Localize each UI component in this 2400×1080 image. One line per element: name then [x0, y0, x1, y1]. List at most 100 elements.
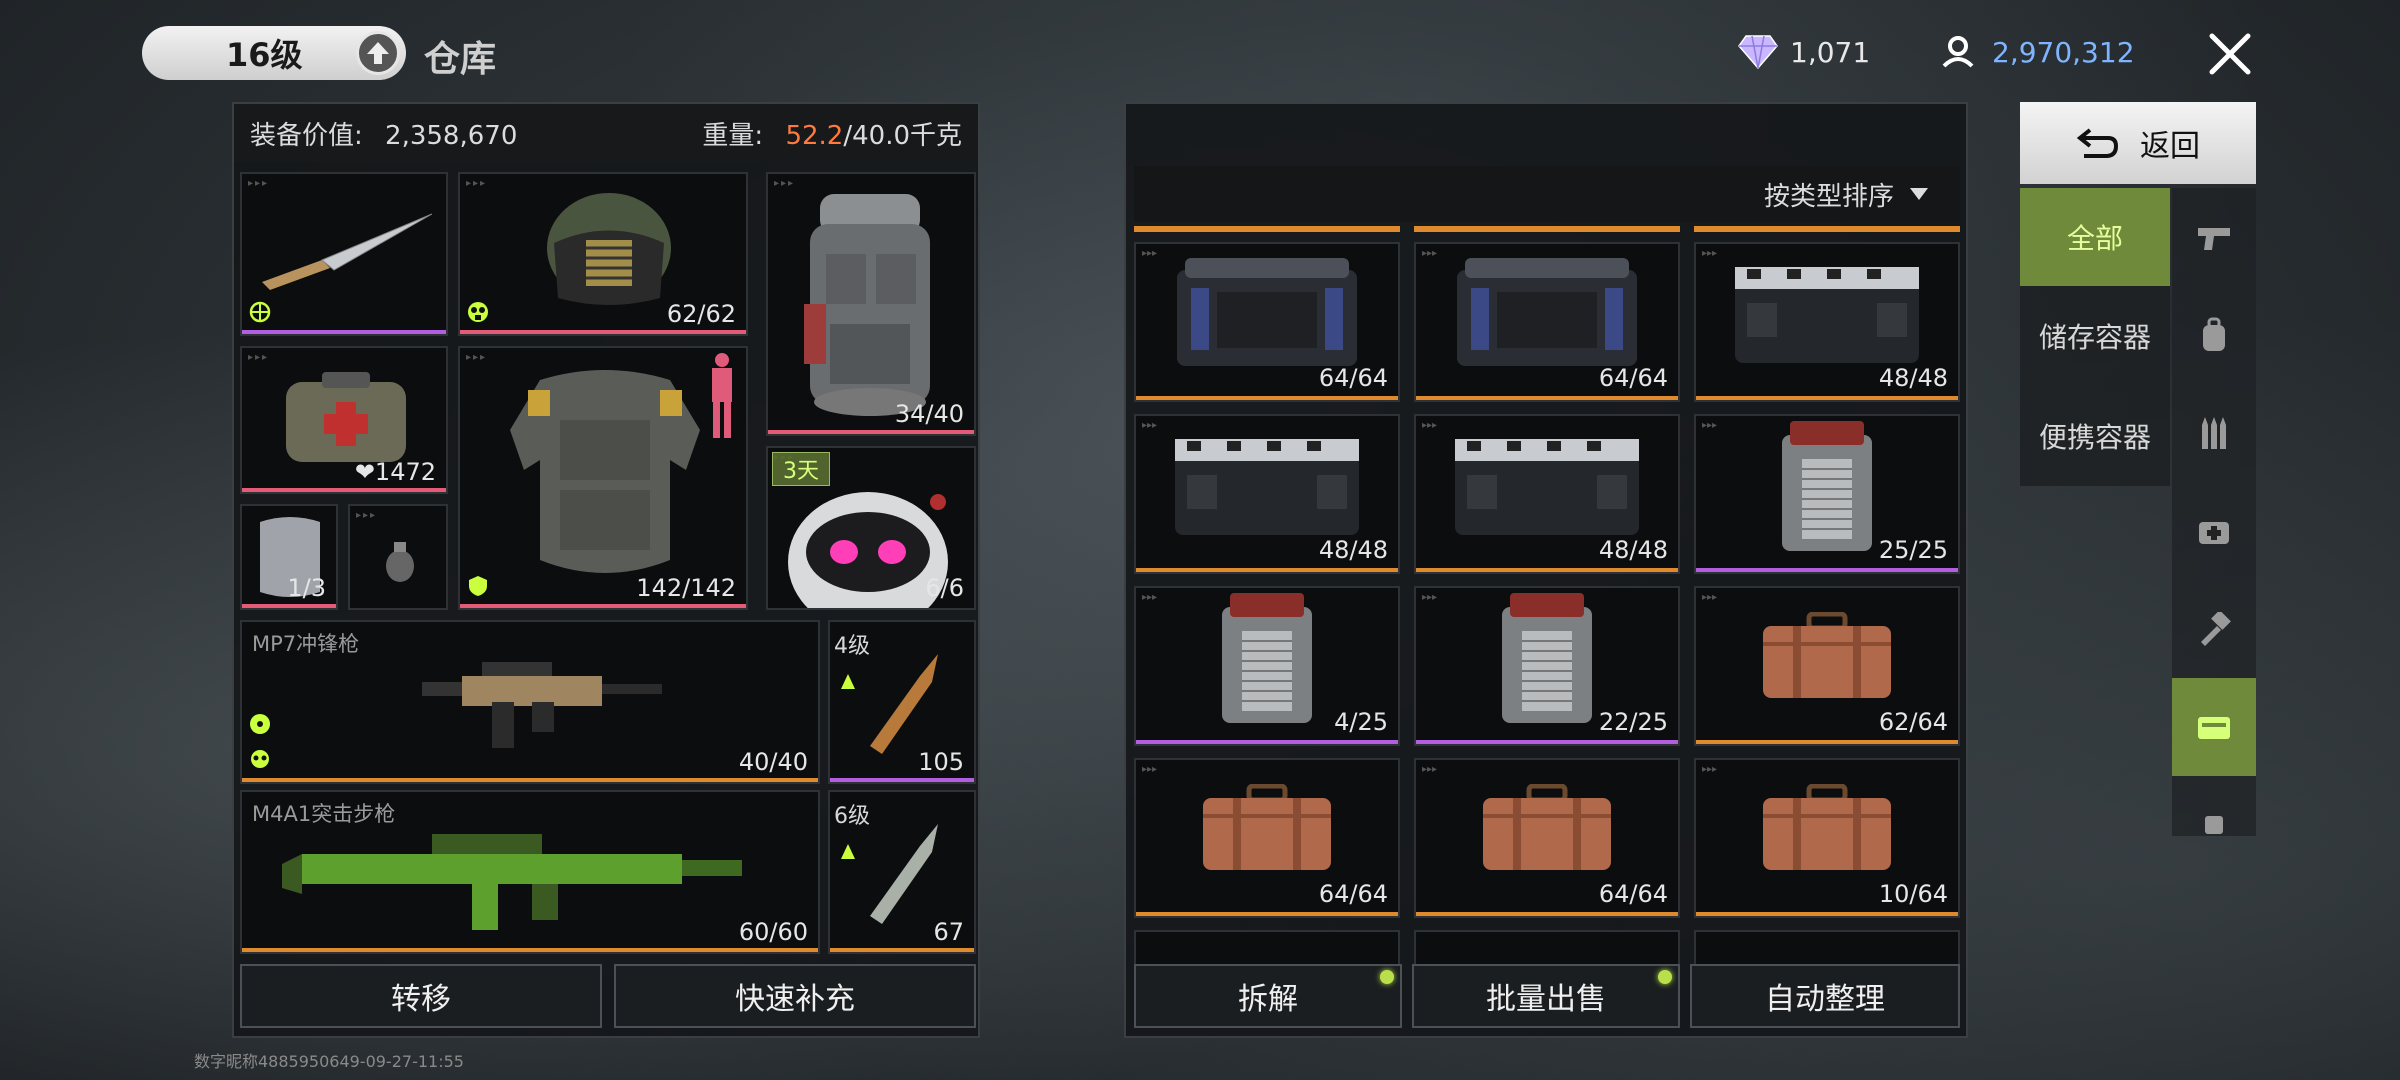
- category-storage-containers[interactable]: 储存容器: [2020, 286, 2170, 386]
- crate-blue-icon: [1416, 250, 1678, 376]
- helmet-slot[interactable]: ▸▸▸ 62/62: [458, 172, 748, 336]
- storage-item[interactable]: ▸▸▸ 4/25: [1134, 586, 1400, 746]
- player-level-pill[interactable]: 16级: [142, 26, 406, 80]
- bulk-sell-label: 批量出售: [1486, 982, 1606, 1017]
- armor-slot[interactable]: ▸▸▸ 142/142: [458, 346, 748, 610]
- sort-dropdown[interactable]: 按类型排序: [1134, 166, 1960, 222]
- backpack-icon: [2203, 317, 2225, 351]
- ammo1-slot[interactable]: 4级 105: [828, 620, 976, 784]
- transfer-button[interactable]: 转移: [240, 964, 602, 1028]
- rarity-bar: [1696, 396, 1958, 400]
- rifle-icon: [282, 834, 742, 930]
- equipment-panel: 装备价值: 2,358,670 重量: 52.2/40.0千克 ▸▸▸ ▸▸▸: [232, 102, 980, 1038]
- close-icon[interactable]: [2200, 24, 2260, 84]
- tab-more[interactable]: [2172, 776, 2256, 836]
- pet-slot[interactable]: ▸▸▸ 3天 6/6: [766, 446, 976, 610]
- storage-item[interactable]: ▸▸▸ 25/25: [1694, 414, 1960, 574]
- storage-item[interactable]: ▸▸▸ 48/48: [1134, 414, 1400, 574]
- bulk-sell-button[interactable]: 批量出售: [1412, 964, 1680, 1028]
- category-portable-containers[interactable]: 便携容器: [2020, 386, 2170, 486]
- weapon1-name: MP7冲锋枪: [252, 632, 360, 656]
- pet-count: 6/6: [925, 574, 964, 602]
- weapon2-ammo: 60/60: [738, 918, 808, 946]
- coin-icon: [1942, 36, 1974, 68]
- storage-item-count: 48/48: [1878, 364, 1948, 392]
- page-title: 仓库: [424, 39, 497, 80]
- heart-icon: ❤: [354, 458, 375, 486]
- smg-icon: [422, 662, 662, 748]
- tab-ammo[interactable]: [2172, 384, 2256, 482]
- medkit-hp: 1472: [374, 458, 436, 486]
- armor-durability: 142/142: [636, 574, 736, 602]
- tab-medical[interactable]: [2172, 482, 2256, 580]
- storage-item[interactable]: ▸▸▸ 62/64: [1694, 586, 1960, 746]
- storage-item-count: 48/48: [1318, 536, 1388, 564]
- hammer-icon: [2201, 612, 2231, 646]
- back-button[interactable]: 返回: [2020, 102, 2256, 184]
- tab-backpacks[interactable]: [2172, 286, 2256, 384]
- rarity-bar: [1416, 740, 1678, 744]
- rarity-bar: [1696, 740, 1958, 744]
- backpack-slot[interactable]: ▸▸▸ 34/40: [766, 172, 976, 436]
- shield-badge-icon: [464, 572, 492, 600]
- tab-tools[interactable]: [2172, 580, 2256, 678]
- crate-black-icon: [1416, 422, 1678, 548]
- equip-value: 2,358,670: [385, 120, 518, 151]
- ammo-icon: [2202, 417, 2226, 449]
- secondary-weapon-slot[interactable]: M4A1突击步枪 60/60: [240, 790, 820, 954]
- container-icon: [2198, 717, 2230, 739]
- rarity-bar: [1136, 396, 1398, 400]
- player-level: 16级: [226, 36, 303, 74]
- storage-item[interactable]: ▸▸▸ 22/25: [1414, 586, 1680, 746]
- storage-item[interactable]: ▸▸▸ 64/64: [1134, 242, 1400, 402]
- body-figure-icon: [712, 353, 732, 438]
- crate-black-icon: [1136, 422, 1398, 548]
- storage-item-count: 62/64: [1878, 708, 1948, 736]
- gem-amount: 1,071: [1790, 35, 1871, 69]
- medkit-icon: [2199, 522, 2229, 544]
- suitcase-icon: [1416, 766, 1678, 892]
- storage-item-count: 64/64: [1318, 364, 1388, 392]
- auto-sort-button[interactable]: 自动整理: [1690, 964, 1960, 1028]
- player-id-watermark: 数字昵称4885950649-09-27-11:55: [194, 1052, 464, 1071]
- armor-plate-slot[interactable]: 1/3: [240, 504, 338, 610]
- target-badge-icon: [246, 298, 274, 326]
- category-all[interactable]: 全部: [2020, 188, 2170, 286]
- rarity-bar: [1416, 396, 1678, 400]
- storage-item[interactable]: ▸▸▸ 10/64: [1694, 758, 1960, 918]
- level-up-icon[interactable]: [356, 31, 400, 75]
- storage-item[interactable]: ▸▸▸ 48/48: [1694, 242, 1960, 402]
- melee-slot[interactable]: ▸▸▸: [240, 172, 448, 336]
- storage-item-count: 64/64: [1598, 364, 1668, 392]
- category-list: 全部 储存容器 便携容器: [2020, 188, 2170, 486]
- quick-refill-button[interactable]: 快速补充: [614, 964, 976, 1028]
- rarity-bar: [1696, 568, 1958, 572]
- backpack-capacity: 34/40: [894, 400, 964, 428]
- dismantle-label: 拆解: [1238, 982, 1298, 1017]
- grenade-slot[interactable]: ▸▸▸: [348, 504, 448, 610]
- dismantle-button[interactable]: 拆解: [1134, 964, 1402, 1028]
- storage-item-count: 64/64: [1598, 880, 1668, 908]
- storage-item[interactable]: ▸▸▸ 64/64: [1134, 758, 1400, 918]
- storage-item[interactable]: ▸▸▸ 64/64: [1414, 758, 1680, 918]
- chevron-down-icon: [1910, 188, 1928, 200]
- primary-weapon-slot[interactable]: MP7冲锋枪 40/40: [240, 620, 820, 784]
- storage-item[interactable]: ▸▸▸ 48/48: [1414, 414, 1680, 574]
- ammo2-count: 67: [933, 918, 964, 946]
- medkit-slot[interactable]: ▸▸▸ ❤1472: [240, 346, 448, 494]
- grenade-icon: [386, 542, 414, 582]
- storage-grid: ▸▸▸ 64/64 ▸▸▸ 64/64 ▸▸▸ 48/48 ▸▸▸ 48/48 ▸▸▸ 48/48…: [1134, 226, 1960, 1060]
- weapon1-ammo: 40/40: [738, 748, 808, 776]
- rarity-bar: [1416, 568, 1678, 572]
- storage-item-count: 22/25: [1598, 708, 1668, 736]
- medkit-icon: [286, 372, 406, 462]
- tab-weapons[interactable]: [2172, 188, 2256, 286]
- weight-max: /40.0千克: [843, 120, 962, 151]
- tab-containers[interactable]: [2172, 678, 2256, 776]
- ammo2-slot[interactable]: 6级 67: [828, 790, 976, 954]
- gasmask-badge-icon: [464, 298, 492, 326]
- radiation-badge-icon: [246, 710, 274, 738]
- back-label: 返回: [2140, 129, 2200, 164]
- crate-black-icon: [1696, 250, 1958, 376]
- storage-item[interactable]: ▸▸▸ 64/64: [1414, 242, 1680, 402]
